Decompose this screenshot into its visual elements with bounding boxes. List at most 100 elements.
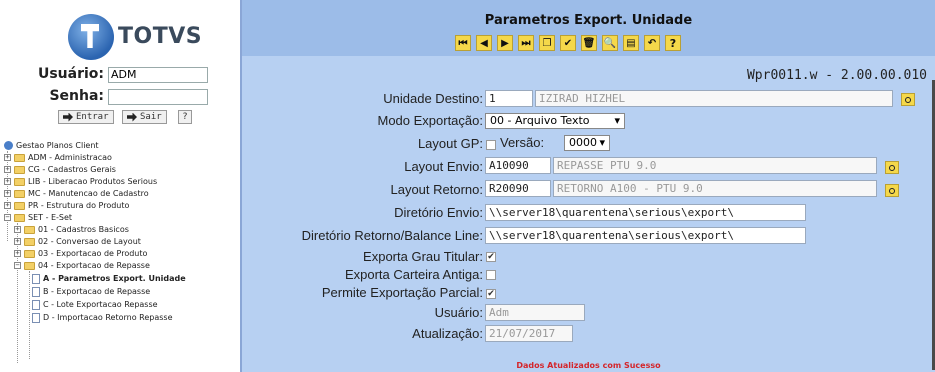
undo-button[interactable]: ↶	[644, 35, 660, 51]
globe-icon	[4, 141, 13, 150]
versao-select[interactable]: 0000 ▾	[564, 135, 610, 151]
tree-item-pr[interactable]: + PR - Estrutura do Produto	[4, 200, 129, 211]
layout-envio-search-icon[interactable]	[885, 161, 899, 174]
expand-icon: +	[4, 201, 11, 209]
tree-item-d[interactable]: D - Importacao Retorno Repasse	[32, 312, 173, 323]
expand-icon: +	[4, 177, 11, 185]
totvs-logo: TOTVS	[68, 14, 202, 62]
tree-item-04[interactable]: − 04 - Exportacao de Repasse	[14, 260, 150, 271]
tree-item-label: D - Importacao Retorno Repasse	[43, 313, 173, 322]
tree-item-b[interactable]: B - Exportacao de Repasse	[32, 286, 150, 297]
tree-item-02[interactable]: +02 - Conversao de Layout	[14, 236, 141, 247]
last-record-button[interactable]: ⏭	[518, 35, 534, 51]
password-input[interactable]	[108, 89, 208, 105]
expand-icon: +	[4, 153, 11, 161]
folder-icon	[14, 177, 25, 186]
usuario-field: Adm	[485, 304, 585, 321]
folder-icon	[14, 189, 25, 198]
grau-titular-checkbox[interactable]: ✔	[486, 252, 496, 262]
page-icon	[32, 273, 40, 284]
list-button[interactable]: ▤	[623, 35, 639, 51]
tree-root[interactable]: Gestao Planos Client	[4, 140, 99, 151]
tree-item-03[interactable]: +03 - Exportacao de Produto	[14, 248, 147, 259]
carteira-antiga-checkbox[interactable]	[486, 270, 496, 280]
tree-item-label: LIB - Liberacao Produtos Serious	[28, 177, 158, 186]
form-header: Parametros Export. Unidade ⏮ ◀ ▶ ⏭ ❐ ✔ 🗑…	[242, 0, 935, 56]
diretorio-retorno-input[interactable]: \\server18\quarentena\serious\export\	[485, 227, 806, 244]
expand-icon: +	[4, 189, 11, 197]
folder-icon	[24, 237, 35, 246]
tree-item-cg[interactable]: + CG - Cadastros Gerais	[4, 164, 116, 175]
tree-line	[29, 271, 30, 359]
diretorio-retorno-label: Diretório Retorno/Balance Line:	[301, 228, 483, 243]
tree-item-label: CG - Cadastros Gerais	[28, 165, 116, 174]
previous-record-button[interactable]: ◀	[476, 35, 492, 51]
tree-item-lib[interactable]: + LIB - Liberacao Produtos Serious	[4, 176, 157, 187]
page-title: Parametros Export. Unidade	[484, 13, 693, 28]
enter-button[interactable]: Entrar	[58, 110, 114, 124]
logo-text: TOTVS	[118, 24, 203, 49]
diretorio-envio-label: Diretório Envio:	[394, 205, 483, 220]
versao-value: 0000	[569, 136, 597, 149]
folder-icon	[24, 249, 35, 258]
unidade-destino-code-input[interactable]: 1	[485, 90, 533, 107]
dropdown-arrow-icon: ▾	[614, 114, 620, 127]
tree-item-label: 01 - Cadastros Basicos	[38, 225, 129, 234]
tree-item-label: 02 - Conversao de Layout	[38, 237, 141, 246]
layout-envio-code-input[interactable]: A10090	[485, 157, 551, 174]
tree-item-label: SET - E-Set	[28, 213, 73, 222]
expand-icon: +	[14, 249, 21, 257]
exit-button[interactable]: Sair	[122, 110, 167, 124]
tree-item-label: C - Lote Exportacao Repasse	[43, 300, 158, 309]
tree-item-adm[interactable]: + ADM - Administracao	[4, 152, 112, 163]
diretorio-envio-input[interactable]: \\server18\quarentena\serious\export\	[485, 204, 806, 221]
enter-arrow-icon	[63, 112, 73, 122]
layout-gp-checkbox[interactable]	[486, 140, 496, 150]
exportacao-parcial-checkbox[interactable]: ✔	[486, 289, 496, 299]
atualizacao-field: 21/07/2017	[485, 325, 573, 342]
modo-exportacao-value: 00 - Arquivo Texto	[490, 114, 590, 127]
form-pane: Parametros Export. Unidade ⏮ ◀ ▶ ⏭ ❐ ✔ 🗑…	[242, 0, 935, 372]
user-input[interactable]: ADM	[108, 67, 208, 83]
help-button[interactable]: ?	[665, 35, 681, 51]
toolbar: ⏮ ◀ ▶ ⏭ ❐ ✔ 🗑 🔍 ▤ ↶ ?	[455, 35, 681, 51]
layout-retorno-search-icon[interactable]	[885, 184, 899, 197]
tree-item-c[interactable]: C - Lote Exportacao Repasse	[32, 299, 158, 310]
unidade-destino-search-icon[interactable]	[901, 93, 915, 106]
tree-item-label: PR - Estrutura do Produto	[28, 201, 130, 210]
first-record-button[interactable]: ⏮	[455, 35, 471, 51]
delete-button[interactable]: 🗑	[581, 35, 597, 51]
user-label: Usuário:	[37, 66, 104, 82]
versao-label: Versão:	[500, 135, 545, 150]
layout-retorno-desc-field: RETORNO A100 - PTU 9.0	[553, 180, 877, 197]
status-message: Dados Atualizados com Sucesso	[516, 361, 661, 370]
usuario-label: Usuário:	[434, 305, 483, 320]
layout-gp-label: Layout GP:	[417, 136, 483, 151]
new-record-button[interactable]: ❐	[539, 35, 555, 51]
tree-item-mc[interactable]: + MC - Manutencao de Cadastro	[4, 188, 149, 199]
tree-item-a[interactable]: A - Parametros Export. Unidade	[32, 273, 186, 284]
page-icon	[32, 312, 40, 323]
layout-envio-desc-field: REPASSE PTU 9.0	[553, 157, 877, 174]
exportacao-parcial-label: Permite Exportação Parcial:	[321, 285, 483, 300]
tree-root-label: Gestao Planos Client	[16, 141, 99, 150]
tree-item-label: B - Exportacao de Repasse	[43, 287, 151, 296]
tree-item-label: 04 - Exportacao de Repasse	[38, 261, 150, 270]
tree-item-set[interactable]: − SET - E-Set	[4, 212, 72, 223]
layout-retorno-code-input[interactable]: R20090	[485, 180, 551, 197]
next-record-button[interactable]: ▶	[497, 35, 513, 51]
help-button[interactable]: ?	[178, 110, 192, 124]
exit-label: Sair	[140, 112, 162, 122]
collapse-icon: −	[4, 213, 11, 221]
tree-item-label: 03 - Exportacao de Produto	[38, 249, 148, 258]
folder-icon	[14, 201, 25, 210]
grau-titular-label: Exporta Grau Titular:	[363, 249, 483, 264]
page-icon	[32, 299, 40, 310]
search-button[interactable]: 🔍	[602, 35, 618, 51]
exit-arrow-icon	[127, 112, 137, 122]
modo-exportacao-select[interactable]: 00 - Arquivo Texto ▾	[485, 113, 625, 129]
dropdown-arrow-icon: ▾	[599, 136, 605, 149]
tree-item-01[interactable]: +01 - Cadastros Basicos	[14, 224, 129, 235]
folder-icon	[14, 153, 25, 162]
save-button[interactable]: ✔	[560, 35, 576, 51]
